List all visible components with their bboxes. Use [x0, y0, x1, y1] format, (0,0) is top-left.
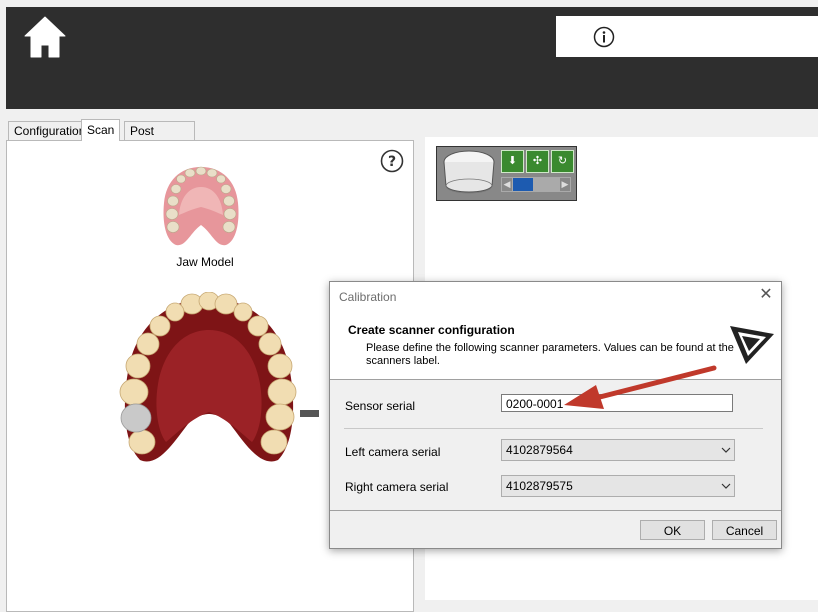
svg-text:?: ?	[388, 154, 396, 170]
rotate-icon[interactable]: ↻	[551, 150, 574, 173]
home-icon[interactable]	[22, 14, 68, 60]
left-camera-serial-value: 4102879564	[506, 443, 573, 457]
jaw-model-label: Jaw Model	[176, 255, 234, 269]
help-icon[interactable]: ?	[380, 149, 404, 173]
chevron-down-icon	[721, 447, 731, 453]
tab-scan[interactable]: Scan	[81, 119, 121, 141]
right-camera-serial-value: 4102879575	[506, 479, 573, 493]
dialog-title: Calibration	[339, 290, 397, 304]
right-camera-serial-label: Right camera serial	[345, 480, 449, 494]
tab-post-processing[interactable]: Post Processing	[124, 121, 196, 156]
close-icon[interactable]: ✕	[758, 286, 774, 304]
brand-logo-icon	[730, 326, 774, 364]
annotation-arrow-icon	[564, 365, 717, 409]
ok-button[interactable]: OK	[640, 520, 705, 540]
right-camera-serial-select[interactable]: 4102879575	[501, 475, 735, 497]
separator	[344, 428, 763, 429]
tooth-scan-icon[interactable]: ⬇	[501, 150, 524, 173]
dialog-titlebar: Calibration ✕	[330, 282, 781, 310]
jaw-model-thumbnail[interactable]	[160, 163, 242, 248]
footer-separator	[330, 510, 781, 511]
info-icon[interactable]	[593, 26, 615, 48]
scanner-turntable-icon[interactable]	[440, 148, 498, 198]
dialog-heading: Create scanner configuration	[348, 323, 515, 337]
sensor-serial-label: Sensor serial	[345, 399, 416, 413]
scroll-right-icon[interactable]: ▶	[560, 178, 570, 191]
scroll-left-icon[interactable]: ◀	[502, 178, 512, 191]
toolbox-scrollbar[interactable]: ◀ ▶	[501, 177, 571, 192]
calibration-dialog: Calibration ✕ Create scanner configurati…	[329, 281, 782, 549]
left-camera-serial-select[interactable]: 4102879564	[501, 439, 735, 461]
scroll-thumb[interactable]	[513, 178, 533, 191]
chevron-down-icon	[721, 483, 731, 489]
multi-scan-icon[interactable]: ✣	[526, 150, 549, 173]
divider-dash	[300, 410, 319, 417]
jaw-3d-model	[119, 292, 297, 462]
cancel-button[interactable]: Cancel	[712, 520, 777, 540]
left-camera-serial-label: Left camera serial	[345, 445, 441, 459]
tab-configuration[interactable]: Configuration	[8, 121, 92, 140]
